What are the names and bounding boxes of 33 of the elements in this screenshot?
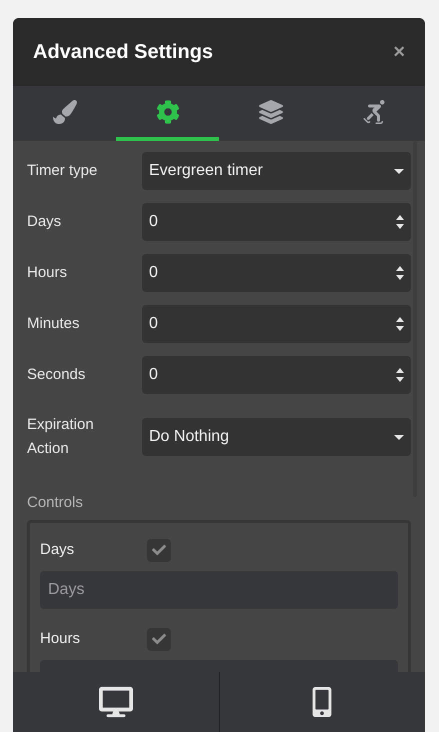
spinner-arrows-icon xyxy=(396,367,404,383)
dropdown-caret-icon xyxy=(394,168,404,174)
close-button[interactable]: × xyxy=(393,37,405,67)
spinner-arrows-icon xyxy=(396,265,404,281)
skater-icon xyxy=(362,100,386,124)
field-label: Timer type xyxy=(27,161,98,181)
spinner-arrows-icon xyxy=(396,316,404,332)
layers-icon xyxy=(258,100,282,124)
field-label: Days xyxy=(27,212,62,232)
dropdown[interactable]: Do Nothing xyxy=(142,418,411,456)
settings-icon xyxy=(156,100,180,124)
field-label: Hours xyxy=(27,263,68,283)
check-icon xyxy=(152,543,166,557)
dropdown-caret-icon xyxy=(394,434,404,440)
number-field[interactable]: 0 xyxy=(142,356,411,394)
checkbox[interactable] xyxy=(147,628,171,650)
dropdown[interactable]: Evergreen timer xyxy=(142,152,411,190)
text-field[interactable]: Days xyxy=(40,570,398,608)
field-label: Seconds xyxy=(27,365,86,385)
number-field[interactable]: 0 xyxy=(142,254,411,292)
checkbox[interactable] xyxy=(147,538,171,562)
field-label: Expiration Action xyxy=(27,415,95,459)
check-icon xyxy=(152,632,166,646)
panel-title: Advanced Settings xyxy=(33,40,214,65)
control-label: Days xyxy=(40,540,76,560)
number-field[interactable]: 0 xyxy=(142,203,411,241)
control-label: Hours xyxy=(40,628,82,649)
section-label: Controls xyxy=(27,493,84,513)
field-label: Minutes xyxy=(27,314,81,334)
spinner-arrows-icon xyxy=(396,214,404,230)
desktop-icon xyxy=(98,685,133,719)
number-field[interactable]: 0 xyxy=(142,305,411,343)
paintbrush-icon xyxy=(52,100,76,124)
